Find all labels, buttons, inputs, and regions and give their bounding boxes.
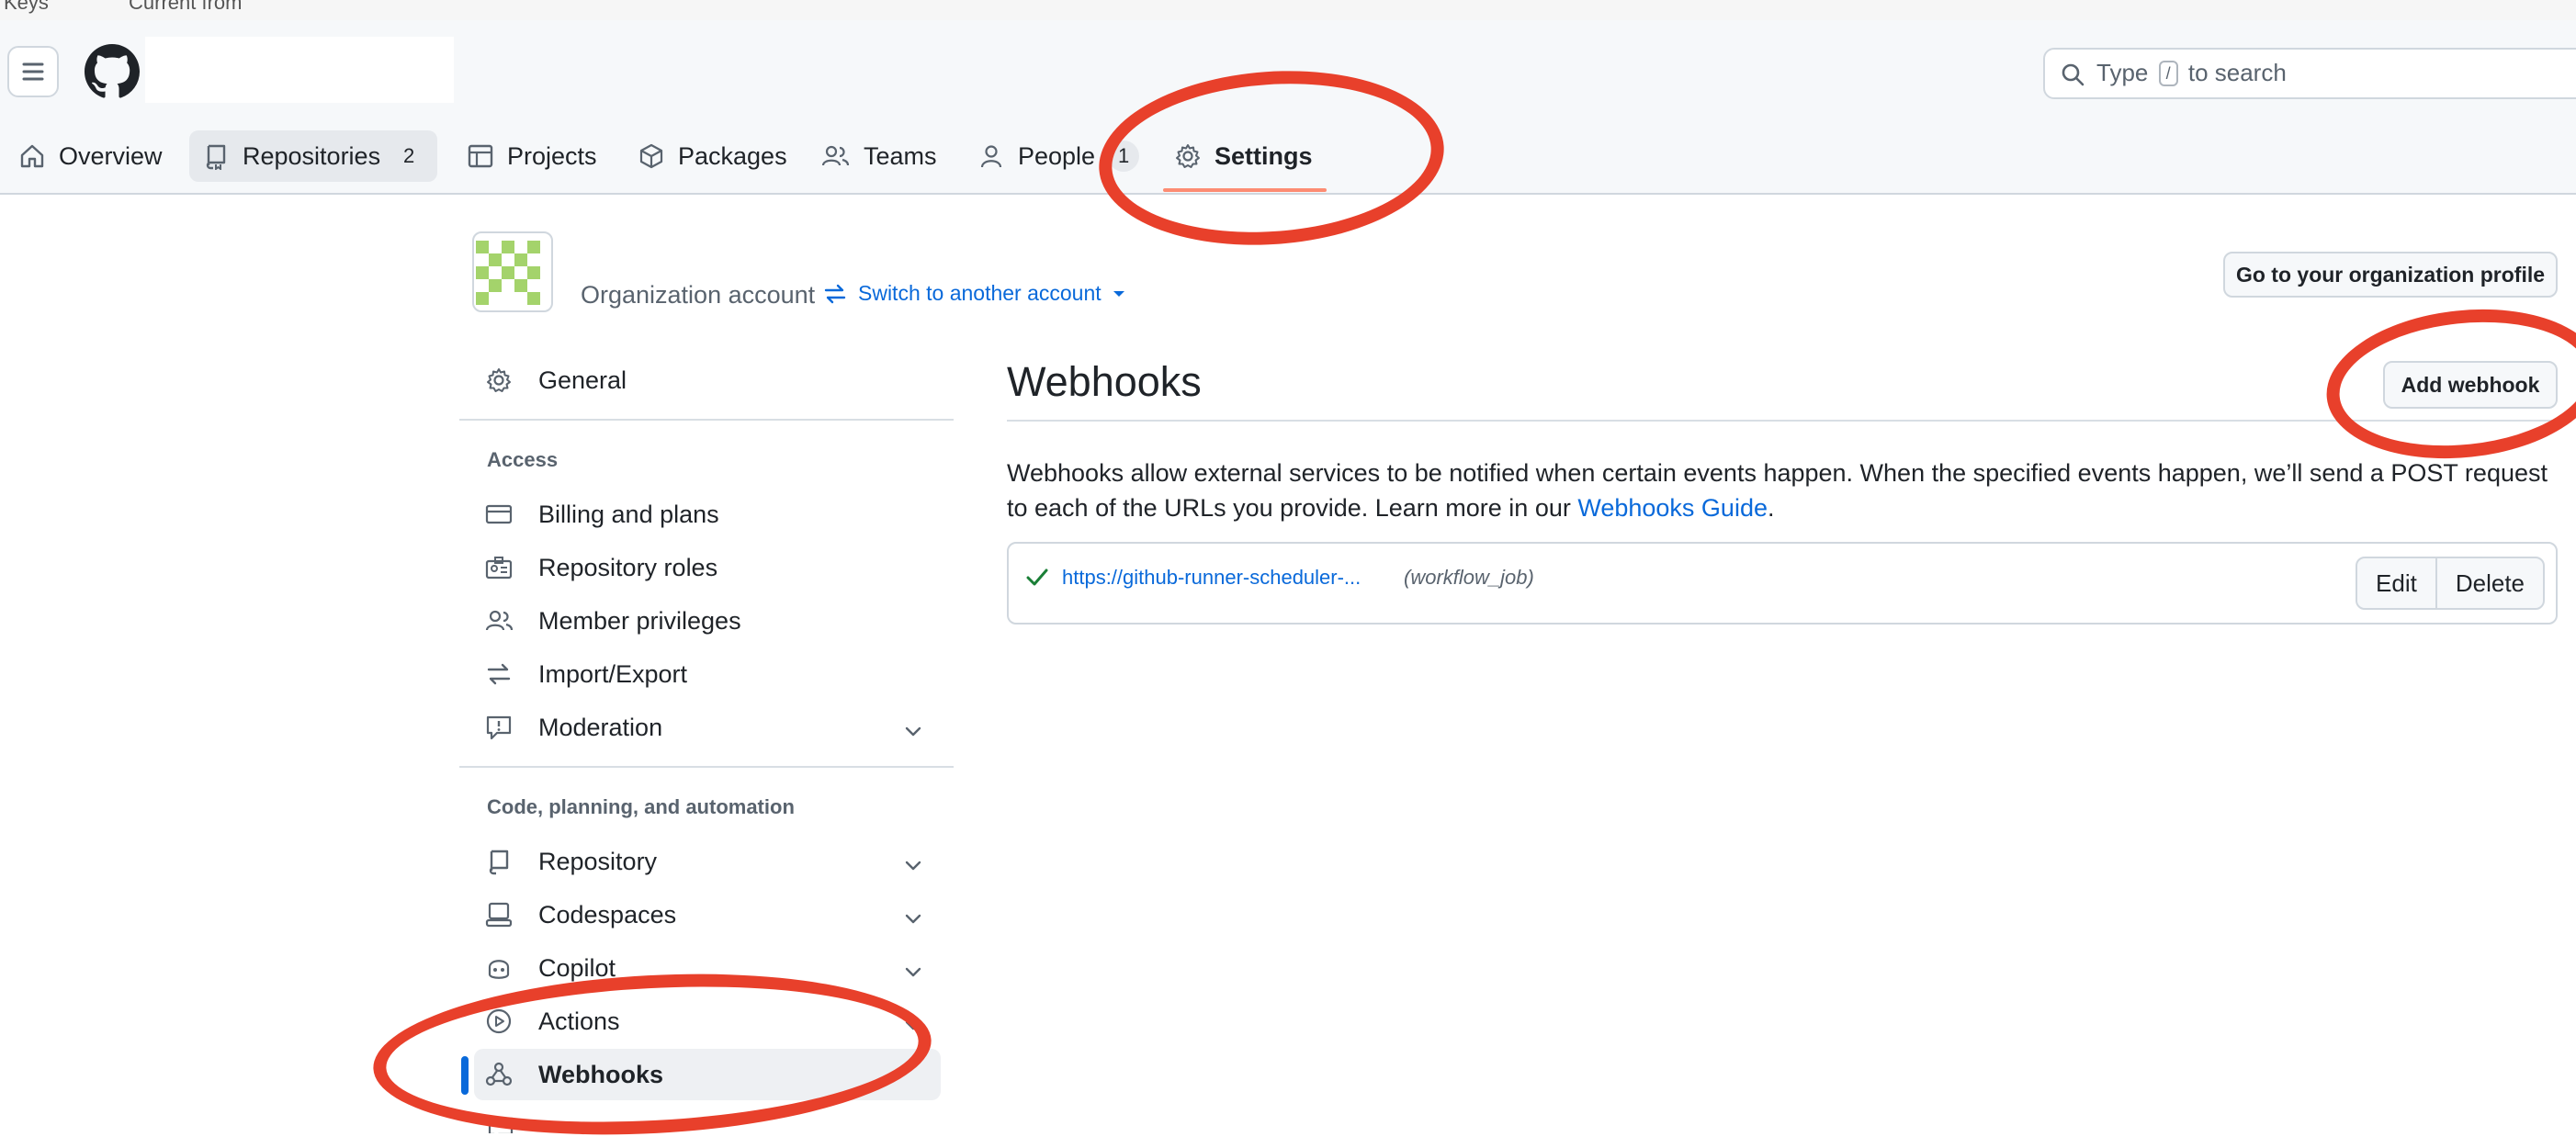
- page-title: Webhooks: [1007, 358, 1202, 405]
- sidebar-item-general[interactable]: General: [474, 355, 941, 406]
- hamburger-icon: [22, 62, 44, 81]
- tab-people-label: People: [1018, 141, 1096, 170]
- webhook-events: (workflow_job): [1404, 566, 1534, 589]
- tab-overview[interactable]: Overview: [6, 130, 175, 182]
- caret-down-icon: [1113, 290, 1124, 297]
- search-shortcut-key: /: [2158, 61, 2178, 86]
- webhook-actions: Edit Delete: [2356, 557, 2545, 610]
- delete-webhook-button[interactable]: Delete: [2435, 558, 2543, 608]
- search-input[interactable]: Type / to search: [2043, 48, 2576, 99]
- report-icon: [474, 714, 525, 741]
- tab-repositories-label: Repositories: [243, 141, 381, 170]
- gear-icon: [474, 366, 525, 394]
- sidebar-item-label: Import/Export: [538, 659, 688, 688]
- person-icon: [980, 145, 1002, 168]
- people-icon: [474, 607, 525, 635]
- github-logo-icon[interactable]: [85, 44, 140, 99]
- switch-arrows-icon: [824, 284, 846, 303]
- chevron-down-icon: [904, 959, 922, 987]
- home-icon: [20, 144, 44, 168]
- credit-card-icon: [474, 501, 525, 528]
- sidebar-item-repository[interactable]: Repository: [474, 836, 941, 887]
- sidebar-divider: [459, 766, 954, 768]
- bookmark-keys[interactable]: Keys: [4, 0, 49, 15]
- sidebar-item-label: General: [538, 366, 627, 394]
- chevron-down-icon: [904, 852, 922, 881]
- copilot-icon: [474, 954, 525, 982]
- bookmark-current[interactable]: Current from: [129, 0, 242, 15]
- description-text: Webhooks allow external services to be n…: [1007, 459, 2548, 522]
- repo-icon: [206, 144, 226, 170]
- id-badge-icon: [474, 554, 525, 581]
- repositories-count-badge: 2: [393, 141, 425, 172]
- sidebar-item-import-export[interactable]: Import/Export: [474, 648, 941, 700]
- annotation-circle-webhooks: [368, 961, 936, 1148]
- tab-packages-label: Packages: [678, 141, 787, 170]
- sidebar-item-codespaces[interactable]: Codespaces: [474, 889, 941, 940]
- repo-icon: [474, 848, 525, 875]
- sidebar-item-member-privileges[interactable]: Member privileges: [474, 595, 941, 647]
- sidebar-item-moderation[interactable]: Moderation: [474, 702, 941, 753]
- sidebar-item-repository-roles[interactable]: Repository roles: [474, 542, 941, 593]
- description-end: .: [1767, 494, 1775, 522]
- webhook-url-link[interactable]: https://github-runner-scheduler-...: [1062, 566, 1361, 590]
- sidebar-divider: [459, 419, 954, 421]
- tab-packages[interactable]: Packages: [625, 130, 800, 182]
- sidebar-item-label: Repository: [538, 847, 658, 875]
- package-icon: [639, 143, 663, 169]
- identicon-image: [476, 241, 540, 305]
- menu-button[interactable]: [7, 46, 59, 97]
- org-profile-button[interactable]: Go to your organization profile: [2223, 252, 2558, 298]
- arrow-switch-icon: [474, 660, 525, 688]
- tab-overview-label: Overview: [59, 141, 163, 170]
- webhooks-description: Webhooks allow external services to be n…: [1007, 456, 2559, 525]
- switch-account-label: Switch to another account: [858, 281, 1102, 305]
- sidebar-item-label: Member privileges: [538, 606, 741, 635]
- tab-repositories[interactable]: Repositories 2: [189, 130, 438, 182]
- sidebar-item-label: Moderation: [538, 713, 663, 741]
- search-placeholder-start: Type: [2096, 59, 2149, 86]
- webhooks-guide-link[interactable]: Webhooks Guide: [1577, 494, 1768, 522]
- org-avatar[interactable]: [472, 231, 553, 312]
- sidebar-item-billing[interactable]: Billing and plans: [474, 489, 941, 540]
- switch-account-link[interactable]: Switch to another account: [823, 281, 1125, 306]
- webhook-list-item: https://github-runner-scheduler-... (wor…: [1007, 542, 2558, 625]
- tab-projects-label: Projects: [507, 141, 597, 170]
- tab-projects[interactable]: Projects: [454, 130, 610, 182]
- table-icon: [468, 144, 493, 168]
- search-icon: [2060, 62, 2085, 92]
- chevron-down-icon: [904, 906, 922, 934]
- edit-webhook-button[interactable]: Edit: [2357, 558, 2435, 608]
- org-name-redacted: [145, 37, 454, 103]
- browser-bookmarks-bar: Keys Current from: [0, 0, 2576, 22]
- sidebar-heading-code: Code, planning, and automation: [487, 795, 795, 818]
- tab-teams[interactable]: Teams: [808, 130, 950, 182]
- sidebar-item-label: Repository roles: [538, 553, 718, 581]
- people-icon: [821, 145, 850, 166]
- codespaces-icon: [474, 901, 525, 929]
- account-type-label: Organization account: [581, 281, 816, 309]
- sidebar-item-label: Codespaces: [538, 900, 677, 929]
- title-divider: [1007, 420, 2558, 422]
- check-icon: [1025, 566, 1049, 594]
- annotation-circle-add-webhook: [2319, 296, 2576, 472]
- sidebar-item-label: Billing and plans: [538, 500, 719, 528]
- sidebar-heading-access: Access: [487, 448, 559, 471]
- chevron-down-icon: [904, 718, 922, 747]
- search-placeholder-end: to search: [2187, 59, 2287, 86]
- tab-teams-label: Teams: [864, 141, 937, 170]
